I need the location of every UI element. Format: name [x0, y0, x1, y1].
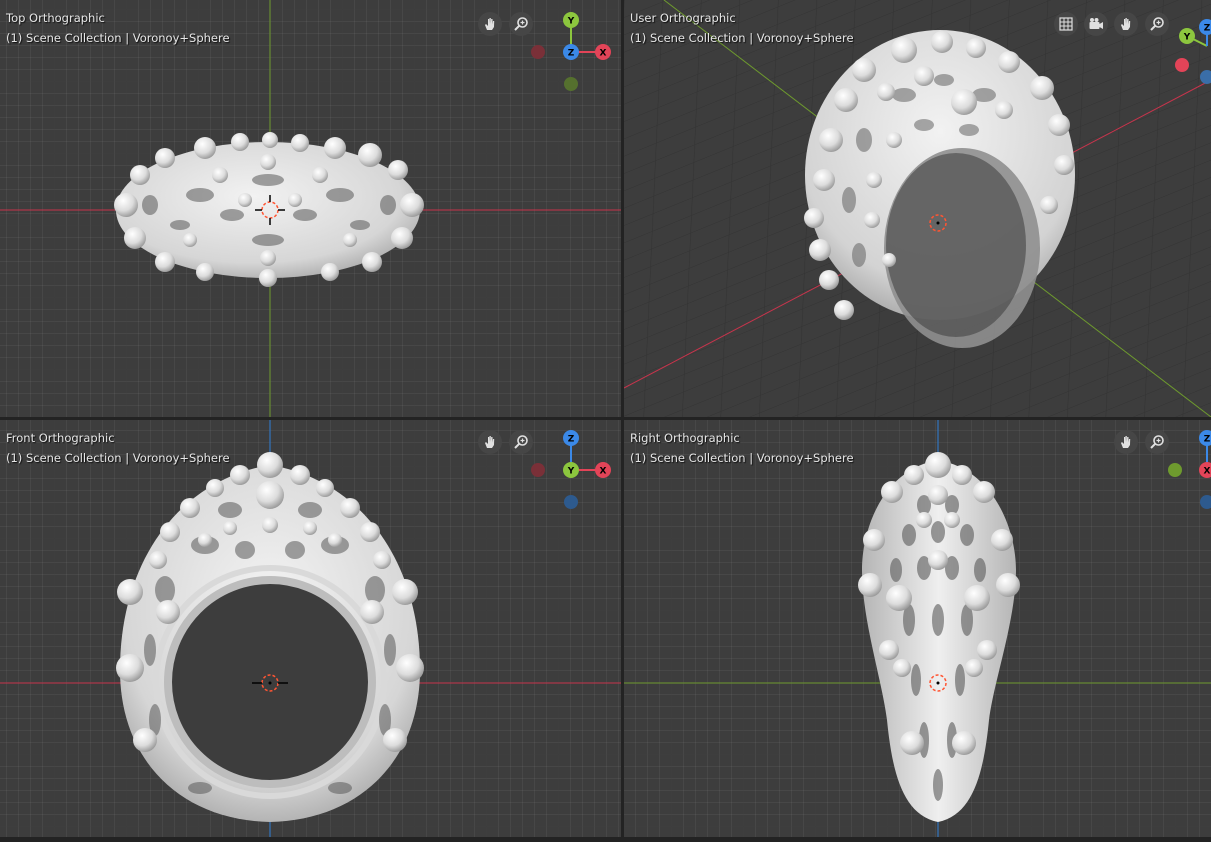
view-name-label: User Orthographic [630, 11, 736, 25]
zoom-view-button[interactable] [509, 12, 533, 36]
zoom-view-button[interactable] [1145, 430, 1169, 454]
svg-text:Y: Y [567, 467, 575, 477]
view-name-label: Right Orthographic [630, 431, 740, 445]
zoom-magnifier-icon [514, 435, 528, 449]
navigation-gizmo[interactable]: Y Z X [531, 12, 611, 91]
gizmo-x-axis[interactable] [1175, 58, 1189, 72]
navigation-gizmo[interactable]: Y Z [1175, 19, 1211, 84]
viewport-right-orthographic[interactable]: Z X Right Orthographic (1) Scene Collect… [624, 420, 1211, 837]
gizmo-y-axis[interactable] [563, 462, 579, 478]
gizmo-neg-z[interactable] [564, 495, 578, 509]
gizmo-neg-x[interactable] [531, 463, 545, 477]
svg-text:X: X [1204, 467, 1211, 477]
user-view-scene: Y Z [624, 0, 1211, 417]
hand-pan-icon [485, 18, 495, 30]
view-name-label: Front Orthographic [6, 431, 115, 445]
gizmo-neg-z[interactable] [1200, 70, 1211, 84]
gizmo-z-axis[interactable] [1199, 19, 1211, 35]
viewport-front-orthographic[interactable]: Z Y X Front Orthographic (1) Scene Colle… [0, 420, 621, 837]
viewport-top-orthographic[interactable]: Y Z X Top Orthographic (1) Scene Collect… [0, 0, 621, 417]
gizmo-y-axis[interactable] [563, 12, 579, 28]
navigation-gizmo[interactable]: Z Y X [531, 430, 611, 509]
camera-view-button[interactable] [1084, 12, 1108, 36]
svg-text:Z: Z [568, 49, 575, 59]
ring-model-front [116, 452, 424, 822]
grid-toggle-icon [1059, 17, 1073, 31]
zoom-magnifier-icon [514, 17, 528, 31]
scene-collection-label: (1) Scene Collection | Voronoy+Sphere [630, 31, 854, 45]
pan-view-button[interactable] [1114, 430, 1138, 454]
camera-view-icon [1089, 18, 1103, 29]
scene-collection-label: (1) Scene Collection | Voronoy+Sphere [6, 31, 230, 45]
hand-pan-icon [485, 436, 495, 448]
top-view-scene: Y Z X [0, 0, 621, 417]
gizmo-neg-y[interactable] [1168, 463, 1182, 477]
toggle-grid-button[interactable] [1054, 12, 1078, 36]
gizmo-x-axis[interactable] [595, 462, 611, 478]
svg-text:Y: Y [1183, 33, 1191, 43]
y-axis-line [663, 0, 1211, 417]
svg-text:Z: Z [568, 435, 575, 445]
gizmo-y-axis[interactable] [1179, 28, 1195, 44]
ring-model-side [858, 452, 1020, 822]
gizmo-x-axis[interactable] [1199, 462, 1211, 478]
zoom-view-button[interactable] [1145, 12, 1169, 36]
navigation-gizmo[interactable]: Z X [1168, 430, 1211, 509]
viewport-user-orthographic[interactable]: Y Z User Orthographic (1) Scene Collecti… [624, 0, 1211, 417]
svg-text:Y: Y [567, 17, 575, 27]
gizmo-z-axis[interactable] [1199, 430, 1211, 446]
front-view-scene: Z Y X [0, 420, 621, 837]
gizmo-neg-x[interactable] [531, 45, 545, 59]
svg-text:X: X [600, 467, 607, 477]
gizmo-z-axis[interactable] [563, 430, 579, 446]
ring-model-perspective [804, 30, 1075, 348]
gizmo-neg-z[interactable] [1200, 495, 1211, 509]
3d-cursor-icon [929, 674, 947, 692]
scene-collection-label: (1) Scene Collection | Voronoy+Sphere [630, 451, 854, 465]
x-axis-line [624, 79, 1211, 389]
svg-text:Z: Z [1204, 24, 1211, 34]
scene-collection-label: (1) Scene Collection | Voronoy+Sphere [6, 451, 230, 465]
3d-cursor-icon [929, 214, 947, 232]
view-name-label: Top Orthographic [6, 11, 105, 25]
svg-text:X: X [600, 49, 607, 59]
3d-cursor-icon [255, 195, 285, 225]
3d-cursor-icon [252, 674, 288, 692]
zoom-magnifier-icon [1150, 435, 1164, 449]
pan-view-button[interactable] [478, 12, 502, 36]
zoom-view-button[interactable] [509, 430, 533, 454]
pan-view-button[interactable] [478, 430, 502, 454]
gizmo-z-axis[interactable] [563, 44, 579, 60]
gizmo-x-axis[interactable] [595, 44, 611, 60]
pan-view-button[interactable] [1114, 12, 1138, 36]
gizmo-neg-y[interactable] [564, 77, 578, 91]
right-view-scene: Z X [624, 420, 1211, 837]
ring-model-top [114, 132, 424, 287]
hand-pan-icon [1121, 436, 1131, 448]
zoom-magnifier-icon [1150, 17, 1164, 31]
hand-pan-icon [1121, 18, 1131, 30]
svg-text:Z: Z [1204, 435, 1211, 445]
